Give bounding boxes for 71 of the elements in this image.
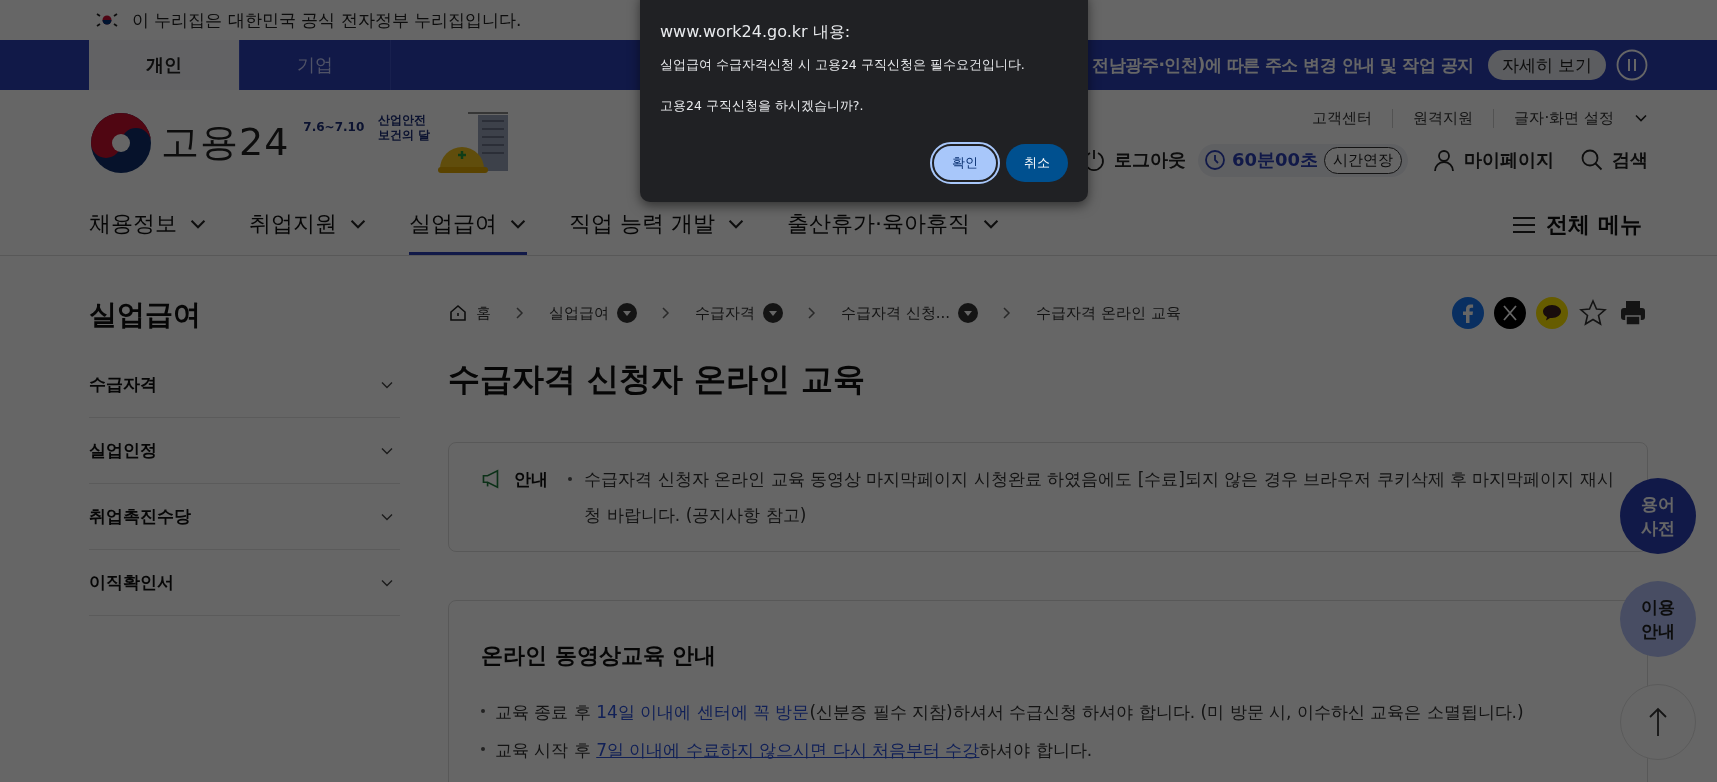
chevron-right-icon [807,306,817,320]
dialog-message: 고용24 구직신청을 하시겠습니까?. [660,98,865,115]
breadcrumb-item[interactable]: 홈 [476,303,491,323]
search-link[interactable]: 검색 [1612,148,1648,172]
link[interactable]: 14일 이내에 센터에 꼭 방문 [596,702,810,722]
x-icon[interactable] [1494,297,1526,329]
more-button[interactable]: 자세히 보기 [1487,50,1606,80]
breadcrumb-item[interactable]: 수급자격 온라인 교육 [1036,303,1181,323]
dialog-message: 실업급여 수급자격신청 시 고용24 구직신청은 필수요건입니다. [660,57,1026,74]
notice-text: 수급자격 신청자 온라인 교육 동영상 마지막페이지 시청완료 하였음에도 [수료]되지 않은 경우 브라우저 쿠키삭제 후 마지막페이지 재시청 바랍니다. (공지사항 참고) [584,468,1615,527]
bullet-icon [568,477,573,481]
person-icon[interactable] [1432,148,1456,172]
sidebar-item[interactable]: 이직확인서 [89,550,400,616]
utility-link[interactable]: 원격지원 [1392,108,1474,128]
cancel-button[interactable]: 취소 [1006,144,1068,182]
nav-item[interactable]: 출산휴가·육아휴직 [787,195,1000,255]
glossary-button[interactable]: 용어 사전 [1620,478,1696,554]
nav-item[interactable]: 실업급여 [409,195,527,255]
taegeuk-icon [89,110,153,175]
gov-banner-text: 이 누리집은 대한민국 공식 전자정부 누리집입니다. [132,8,522,32]
bullet-icon [481,747,485,751]
sidebar-item[interactable]: 취업촉진수당 [89,484,400,550]
all-menu-button[interactable]: 전체 메뉴 [1506,195,1648,255]
nav-item[interactable]: 채용정보 [89,195,207,255]
nav-item[interactable]: 취업지원 [249,195,367,255]
sidebar-item[interactable]: 수급자격 [89,352,400,418]
star-icon[interactable] [1578,298,1608,328]
utility-link[interactable]: 글자·화면 설정 [1493,108,1614,128]
search-icon[interactable] [1580,148,1604,172]
arrow-up-icon [1647,706,1669,738]
breadcrumb-item[interactable]: 수급자격 [695,303,755,323]
dialog-title: www.work24.go.kr 내용: [660,22,852,43]
guide-text: 교육 시작 후 7일 이내에 수료하지 않으시면 다시 처음부터 수강하셔야 합니다. [495,739,1093,762]
page-title: 수급자격 신청자 온라인 교육 [448,359,867,400]
chat-bubble-icon[interactable] [1536,297,1568,329]
chevron-right-icon [661,306,671,320]
print-icon[interactable] [1618,298,1648,328]
utility-link[interactable]: 고객센터 [1312,108,1373,128]
nav-item[interactable]: 직업 능력 개발 [569,195,745,255]
breadcrumb-item[interactable]: 실업급여 [549,303,609,323]
bullet-icon [481,709,485,713]
breadcrumb-item[interactable]: 수급자격 신청... [841,303,951,323]
guide-button[interactable]: 이용 안내 [1620,581,1696,657]
event-title: 보건의 달 [378,127,431,143]
guide-heading: 온라인 동영상교육 안내 [481,642,718,670]
event-dates: 7.6~7.10 [303,120,365,135]
guide-text: 교육 종료 후 14일 이내에 센터에 꼭 방문(신분증 필수 지참)하셔서 수급신청 하셔야 합니다. (미 방문 시, 이수하신 교육은 소멸됩니다.) [495,701,1524,724]
tab[interactable]: 개인 [89,40,240,90]
chevron-right-icon [1002,306,1013,320]
extend-button[interactable]: 시간연장 [1324,146,1402,174]
sidebar-item[interactable]: 실업인정 [89,418,400,484]
facebook-icon[interactable] [1452,297,1484,329]
notice-ticker[interactable]: 전남광주·인천)에 따른 주소 변경 안내 및 작업 공지 [1092,53,1474,77]
link[interactable]: 7일 이내에 수료하지 않으시면 다시 처음부터 수강 [596,740,980,760]
confirm-button[interactable]: 확인 [932,144,998,182]
notice-label: 안내 [514,468,549,491]
timer-text: 60분00초 [1231,148,1318,172]
dropdown-icon[interactable] [763,303,783,323]
dropdown-icon[interactable] [958,303,979,323]
chevron-right-icon [515,306,525,320]
sidebar-title: 실업급여 [89,297,202,333]
menu-icon [1512,215,1537,235]
logo-text: 고용24 [161,119,290,166]
mypage-link[interactable]: 마이페이지 [1464,148,1554,172]
flag-icon [94,11,120,29]
logout-link[interactable]: 로그아웃 [1113,148,1186,172]
pause-icon[interactable] [1616,49,1648,81]
dropdown-icon[interactable] [617,303,637,323]
clock-icon [1203,149,1226,171]
event-title: 산업안전 [378,112,428,128]
home-icon [448,303,468,323]
